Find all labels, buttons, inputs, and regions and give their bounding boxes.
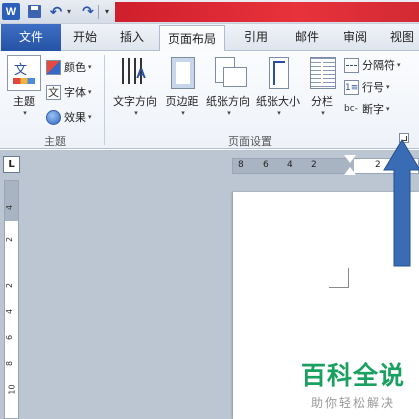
columns-label: 分栏 — [311, 95, 333, 108]
orientation-label: 纸张方向 — [206, 95, 250, 108]
ruler-tick: 4 — [5, 308, 15, 315]
chevron-down-icon: ▾ — [321, 109, 325, 117]
customize-toolbar-icon[interactable]: ▾ — [101, 3, 113, 20]
text-direction-button[interactable]: 文字方向 ▾ — [110, 55, 160, 117]
ruler-tick: 4 — [287, 160, 293, 170]
size-icon — [261, 55, 295, 91]
chevron-down-icon: ▾ — [227, 109, 231, 117]
toolbar-divider — [98, 5, 99, 19]
size-button[interactable]: 纸张大小 ▾ — [253, 55, 303, 117]
title-bar: W ↶ ▾ ↷ ▾ — [0, 0, 419, 24]
text-direction-icon — [118, 55, 152, 91]
margins-label: 页边距 — [165, 95, 199, 108]
colors-label: 颜色 — [64, 61, 86, 74]
line-numbers-button[interactable]: 1≡ 行号 ▾ — [344, 77, 390, 97]
watermark: 百科全说 助你轻松解决 — [290, 356, 416, 411]
tab-file[interactable]: 文件 — [1, 24, 61, 51]
indent-marker-icon[interactable] — [344, 155, 356, 179]
chevron-down-icon: ▾ — [88, 63, 92, 71]
themes-icon — [7, 55, 41, 91]
chevron-down-icon: ▾ — [386, 105, 390, 113]
chevron-down-icon: ▾ — [386, 83, 390, 91]
line-numbers-icon: 1≡ — [344, 79, 359, 95]
tab-insert[interactable]: 插入 — [110, 24, 154, 51]
chevron-down-icon: ▾ — [397, 61, 401, 69]
chevron-down-icon: ▾ — [181, 109, 185, 117]
size-label: 纸张大小 — [256, 95, 300, 108]
tab-selector-icon[interactable]: L — [3, 156, 20, 173]
tab-home[interactable]: 开始 — [62, 24, 108, 51]
tab-review[interactable]: 审阅 — [333, 24, 377, 51]
line-numbers-label: 行号 — [362, 81, 384, 94]
ruler-margin — [233, 159, 354, 173]
hyphenation-label: 断字 — [362, 103, 384, 116]
ruler-tick: 8 — [238, 160, 244, 170]
breaks-button[interactable]: 分隔符 ▾ — [344, 55, 401, 75]
redo-icon[interactable]: ↷ — [79, 3, 97, 20]
ruler-tick: 8 — [5, 360, 15, 367]
ruler-tick: 10 — [7, 384, 17, 395]
effects-icon — [46, 109, 61, 125]
ruler-tick: 6 — [5, 334, 15, 341]
fonts-label: 字体 — [64, 86, 86, 99]
tab-view[interactable]: 视图 — [382, 24, 419, 51]
orientation-icon — [211, 55, 247, 91]
ruler-tick: 6 — [263, 160, 269, 170]
ruler-tick: 2 — [5, 236, 15, 243]
save-icon[interactable] — [25, 3, 43, 20]
fonts-icon: 文 — [46, 84, 61, 100]
breaks-label: 分隔符 — [362, 59, 395, 72]
colors-button[interactable]: 颜色 ▾ — [46, 57, 92, 77]
chevron-down-icon: ▾ — [23, 109, 27, 117]
word-logo-icon[interactable]: W — [2, 3, 20, 20]
orientation-button[interactable]: 纸张方向 ▾ — [203, 55, 253, 117]
fonts-button[interactable]: 文 字体 ▾ — [46, 82, 92, 102]
tab-references[interactable]: 引用 — [233, 24, 279, 51]
tab-page-layout[interactable]: 页面布局 — [159, 25, 225, 52]
watermark-subtitle: 助你轻松解决 — [310, 396, 395, 410]
columns-icon — [305, 55, 339, 91]
margins-button[interactable]: 页边距 ▾ — [163, 55, 201, 117]
hyphenation-icon: bc- — [344, 103, 358, 114]
breaks-icon — [344, 57, 359, 73]
ruler-tick: 2 — [5, 282, 15, 289]
hyphenation-button[interactable]: bc- 断字 ▾ — [344, 99, 390, 119]
group-divider — [104, 55, 105, 145]
chevron-down-icon: ▾ — [134, 109, 138, 117]
ruler-margin — [5, 181, 18, 221]
ruler-tick: 2 — [311, 160, 317, 170]
tab-mailings[interactable]: 邮件 — [284, 24, 330, 51]
title-bar-accent — [115, 2, 419, 22]
chevron-down-icon: ▾ — [88, 113, 92, 121]
themes-label: 主题 — [13, 95, 35, 108]
themes-button[interactable]: 主题 ▾ — [6, 55, 42, 117]
chevron-down-icon: ▾ — [277, 109, 281, 117]
undo-icon[interactable]: ↶ — [47, 3, 65, 21]
chevron-down-icon: ▾ — [88, 88, 92, 96]
columns-button[interactable]: 分栏 ▾ — [306, 55, 338, 117]
margin-corner-mark — [329, 268, 349, 288]
ribbon-panel: 主题 ▾ 颜色 ▾ 文 字体 ▾ 效果 ▾ 主题 文字方向 ▾ 页边距 ▾ 纸张… — [0, 51, 419, 149]
pointer-arrow-icon — [383, 139, 419, 267]
undo-dropdown-icon[interactable]: ▾ — [64, 3, 74, 20]
ruler-tick: 2 — [375, 160, 381, 170]
margins-icon — [165, 55, 199, 91]
effects-label: 效果 — [64, 111, 86, 124]
vertical-ruler[interactable]: 4 2 2 4 6 8 10 — [4, 180, 19, 419]
themes-group-label: 主题 — [44, 135, 66, 148]
watermark-title: 百科全说 — [300, 361, 405, 390]
effects-button[interactable]: 效果 ▾ — [46, 107, 92, 127]
colors-icon — [46, 59, 61, 75]
ruler-tick: 4 — [5, 204, 15, 211]
ribbon-tabs: 文件 开始 插入 页面布局 引用 邮件 审阅 视图 — [0, 24, 419, 52]
page-setup-group-label: 页面设置 — [228, 135, 272, 148]
text-direction-label: 文字方向 — [113, 95, 157, 108]
